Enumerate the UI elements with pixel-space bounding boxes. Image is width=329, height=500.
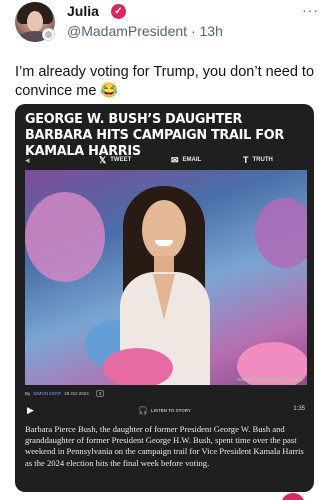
separator-dot: · [190, 23, 196, 39]
share-lead-icon: ◂ [25, 154, 30, 165]
email-share-label: EMAIL [182, 157, 202, 163]
handle-line: @MadamPresident · 13h [67, 23, 223, 39]
envelope-icon: ✉ [171, 154, 179, 165]
verified-badge-icon: ✓ [111, 4, 126, 19]
headphones-icon: 🎧 [138, 406, 148, 415]
tweet-share-button[interactable]: 𝕏 TWEET [99, 155, 131, 166]
article-body: Barbara Pierce Bush, the daughter of for… [25, 424, 304, 468]
audio-duration: 1:35 [293, 406, 305, 412]
tweet-header: Julia ✓ @MadamPresident · 13h ··· [10, 2, 319, 46]
affiliate-badge-icon [42, 28, 55, 41]
play-icon[interactable]: ▶ [27, 405, 34, 416]
photo-credit: Nathan Congleton/NBC via Getty [236, 377, 303, 382]
avatar-face [27, 11, 43, 32]
byline-author[interactable]: SIMON KENT [33, 391, 61, 396]
photo-subject-face [142, 200, 186, 260]
byline: By SIMON KENT 29 Oct 2024 3 [25, 389, 307, 398]
byline-prefix: By [25, 391, 31, 396]
truth-share-button[interactable]: T TRUTH [243, 155, 273, 165]
photo-background-shape [255, 198, 307, 268]
comment-count-badge[interactable]: 3 [95, 390, 105, 397]
article-photo[interactable]: Nathan Congleton/NBC via Getty [25, 170, 307, 385]
tweet-text: I’m already voting for Trump, you don’t … [15, 64, 315, 99]
truth-share-label: TRUTH [252, 157, 273, 163]
tweet-timestamp[interactable]: 13h [200, 23, 223, 39]
byline-date: 29 Oct 2024 [64, 391, 89, 396]
more-dots-icon[interactable]: ··· [302, 2, 319, 18]
listen-label: LISTEN TO STORY [150, 408, 191, 413]
email-share-button[interactable]: ✉ EMAIL [171, 155, 201, 166]
user-handle[interactable]: @MadamPresident [67, 23, 187, 39]
share-bar: ◂ 𝕏 TWEET ✉ EMAIL T TRUTH [25, 153, 307, 167]
audio-player: ▶ 🎧 LISTEN TO STORY 1:35 [25, 405, 307, 417]
article-card[interactable]: GEORGE W. BUSH’S DAUGHTER BARBARA HITS C… [15, 104, 314, 492]
listen-to-story-button[interactable]: 🎧 LISTEN TO STORY [138, 406, 191, 415]
display-name[interactable]: Julia [67, 3, 99, 19]
next-item-peek [281, 493, 305, 500]
x-logo-icon: 𝕏 [99, 154, 107, 165]
tweet-share-label: TWEET [110, 157, 132, 163]
photo-background-shape [25, 192, 105, 282]
photo-flowers [103, 348, 173, 385]
truth-social-icon: T [243, 155, 249, 165]
article-headline[interactable]: GEORGE W. BUSH’S DAUGHTER BARBARA HITS C… [25, 111, 293, 159]
